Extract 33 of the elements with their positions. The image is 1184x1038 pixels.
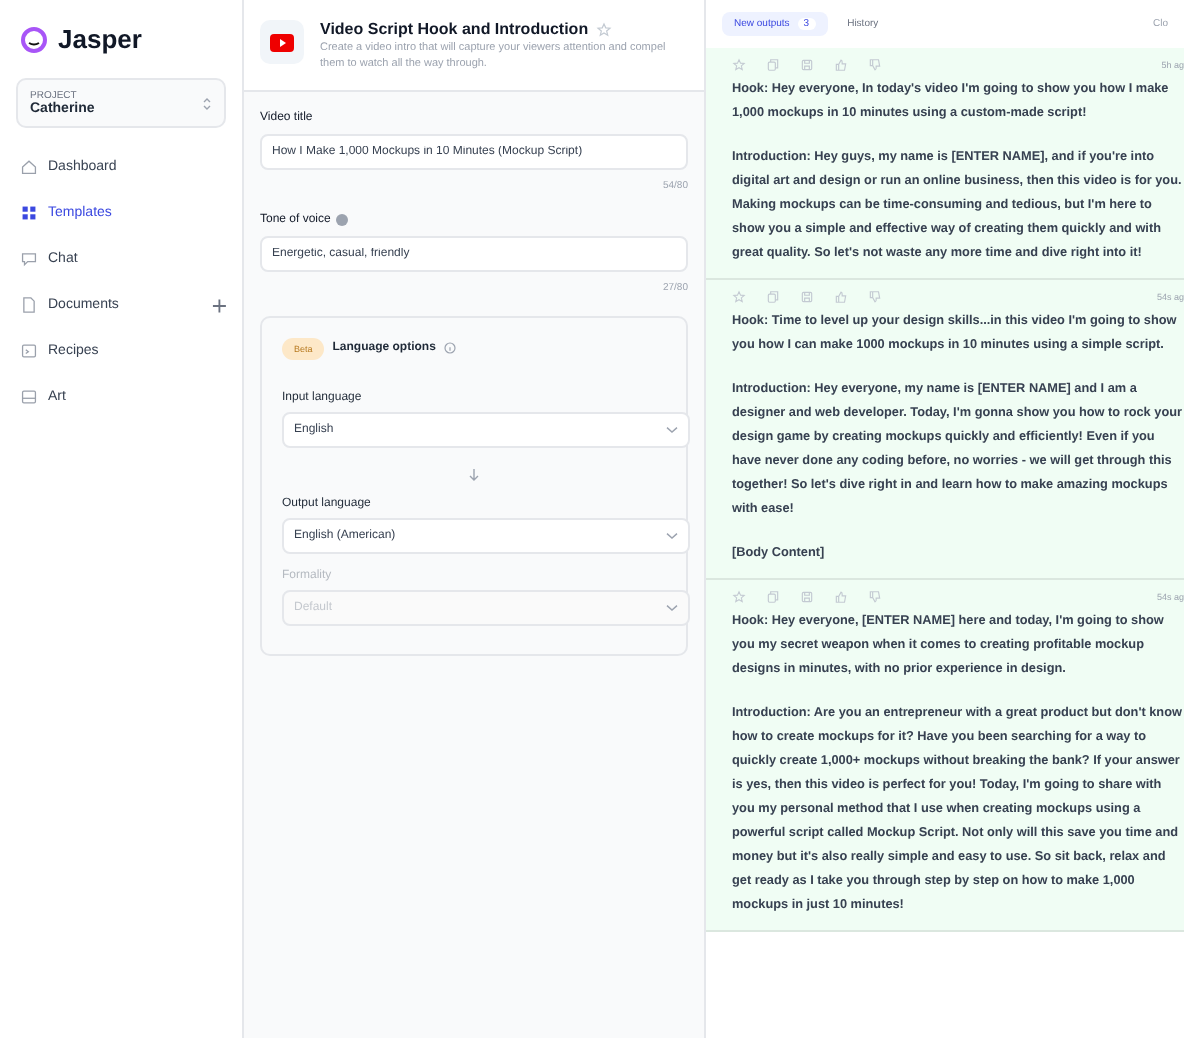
star-icon[interactable] bbox=[596, 21, 613, 37]
thumbs-up-icon[interactable] bbox=[834, 58, 848, 72]
copy-icon[interactable] bbox=[766, 58, 780, 72]
thumbs-down-icon[interactable] bbox=[868, 58, 882, 72]
copy-icon[interactable] bbox=[766, 290, 780, 304]
save-icon[interactable] bbox=[800, 590, 814, 604]
chevron-down-icon bbox=[666, 531, 678, 540]
terminal-icon bbox=[20, 342, 38, 360]
copy-icon[interactable] bbox=[766, 590, 780, 604]
thumbs-up-icon[interactable] bbox=[834, 590, 848, 604]
grid-icon bbox=[20, 204, 38, 222]
brand-name: Jasper bbox=[58, 24, 142, 54]
sort-icon bbox=[202, 95, 212, 111]
image-icon bbox=[20, 388, 38, 406]
star-icon[interactable] bbox=[732, 58, 746, 72]
thumbs-up-icon[interactable] bbox=[834, 290, 848, 304]
add-icon[interactable] bbox=[211, 297, 226, 313]
document-icon bbox=[20, 296, 38, 314]
save-icon[interactable] bbox=[800, 290, 814, 304]
arrow-down-icon bbox=[468, 467, 480, 482]
info-icon bbox=[443, 342, 456, 355]
logo-icon bbox=[20, 25, 48, 53]
chat-icon bbox=[20, 250, 38, 268]
thumbs-down-icon[interactable] bbox=[868, 590, 882, 604]
video-logo-icon bbox=[260, 20, 304, 64]
home-icon bbox=[20, 158, 38, 176]
thumbs-down-icon[interactable] bbox=[868, 290, 882, 304]
chevron-down-icon bbox=[666, 603, 678, 612]
star-icon[interactable] bbox=[732, 290, 746, 304]
save-icon[interactable] bbox=[800, 58, 814, 72]
star-icon[interactable] bbox=[732, 590, 746, 604]
template-title: Video Script Hook and Introduction bbox=[320, 20, 589, 38]
chevron-down-icon bbox=[666, 425, 678, 434]
